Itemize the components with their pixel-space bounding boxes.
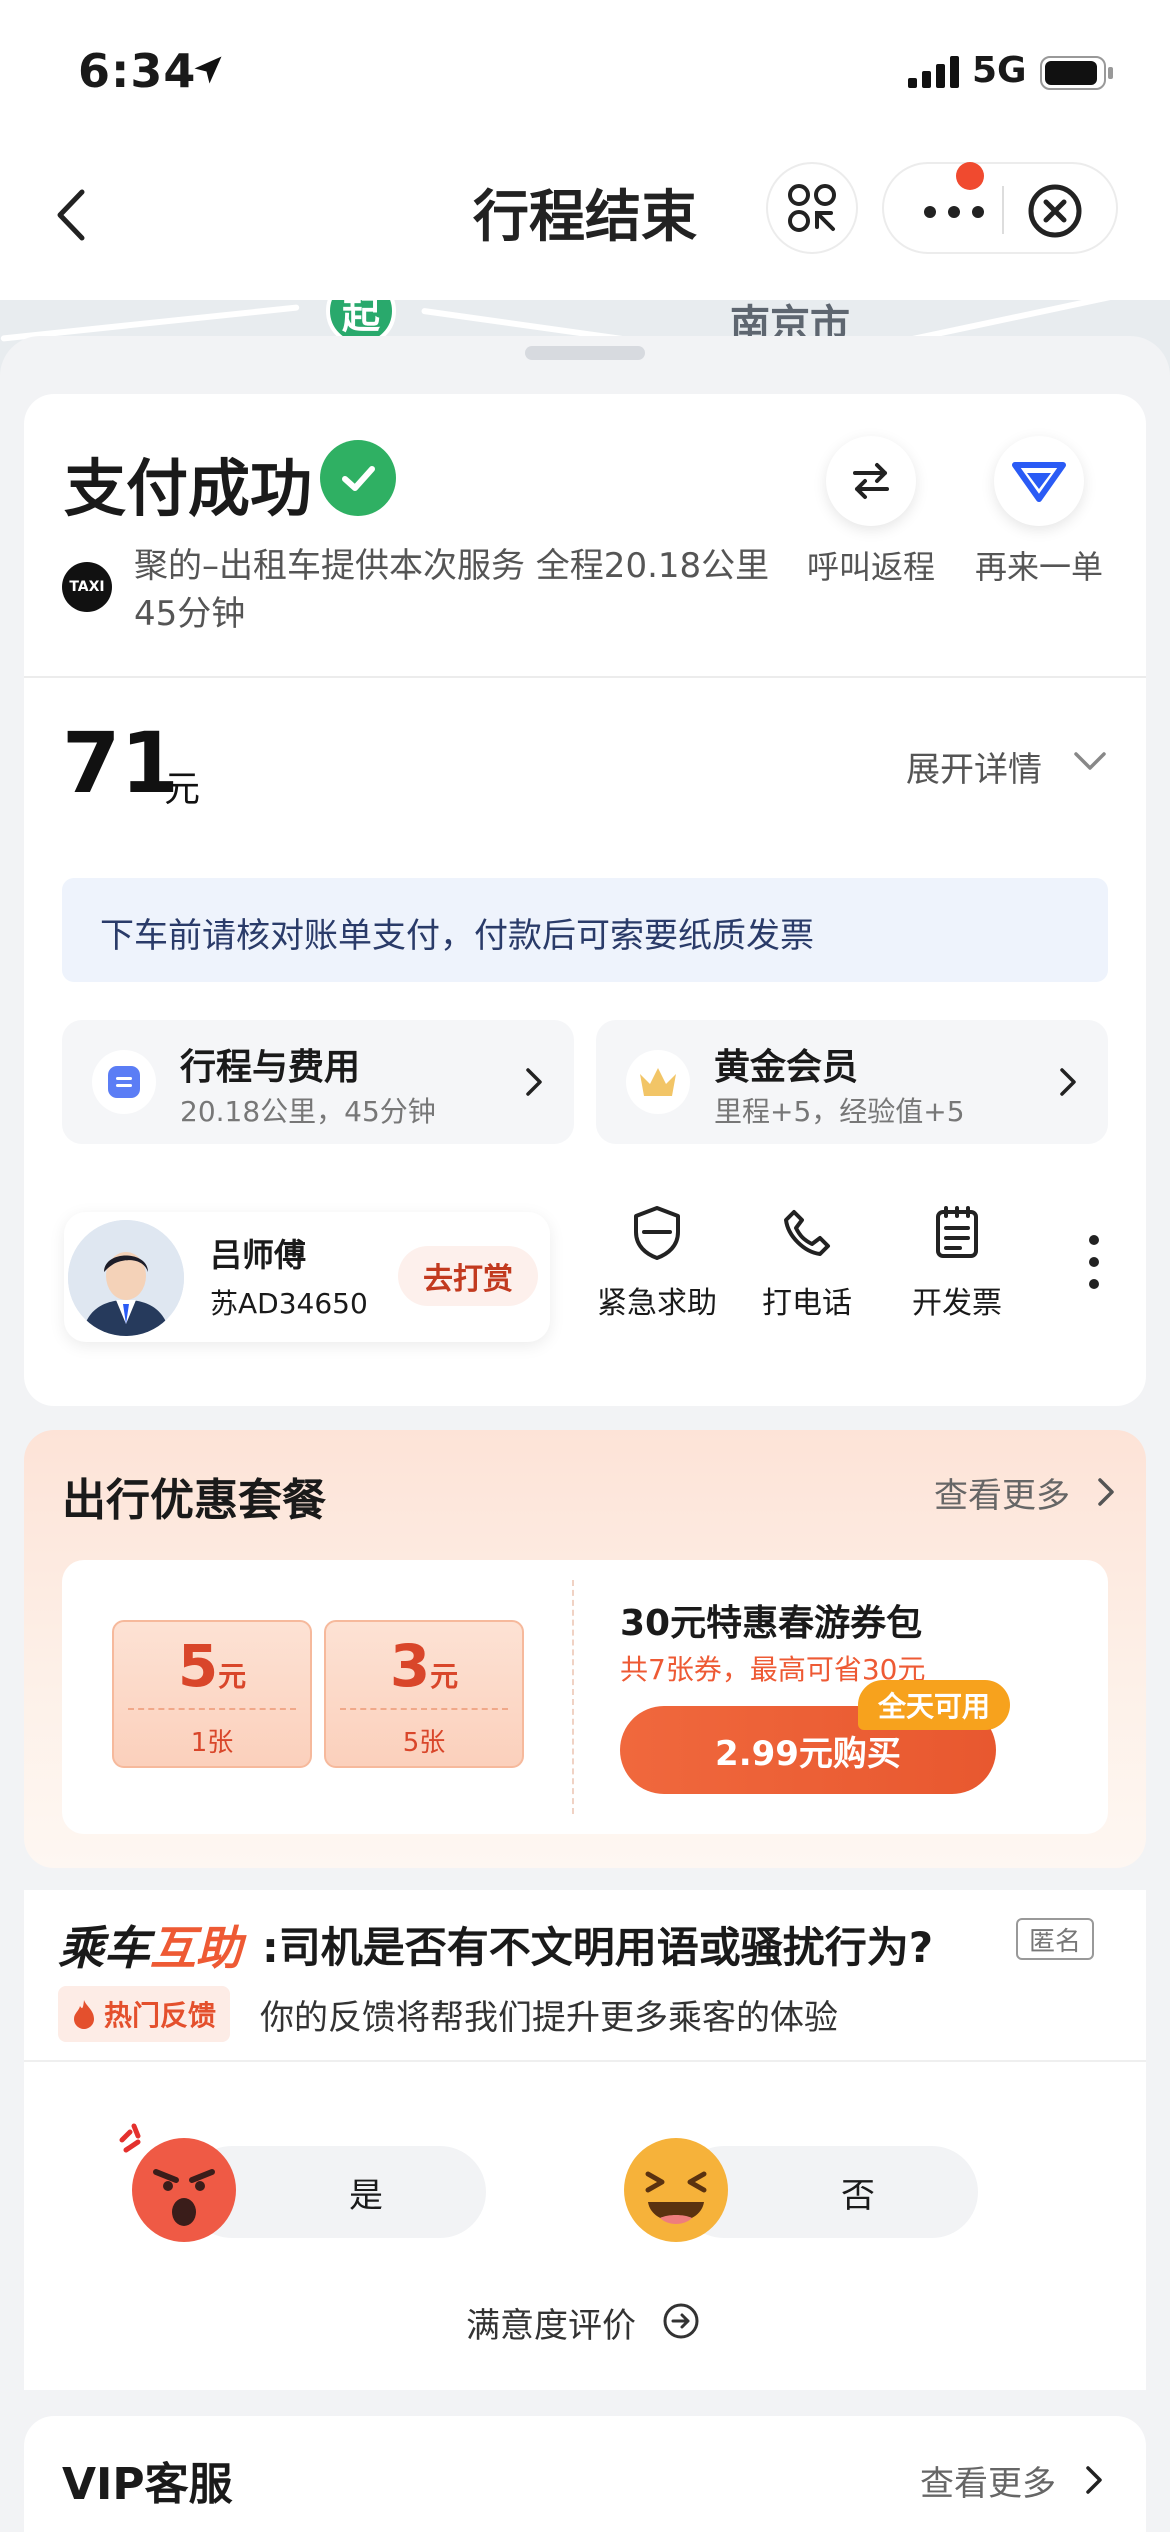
- driver-name: 吕师傅: [210, 1236, 307, 1274]
- taxi-logo-icon: TAXI: [62, 562, 112, 612]
- payment-status-title: 支付成功: [64, 452, 313, 525]
- ride-feedback-card: 乘车互助 :司机是否有不文明用语或骚扰行为? 匿名 热门反馈 你的反馈将帮我们提…: [24, 1890, 1146, 2390]
- chevron-right-icon[interactable]: [1094, 1474, 1118, 1510]
- chevron-right-icon: [1060, 1068, 1076, 1096]
- feedback-no-label: 否: [841, 2176, 875, 2216]
- coupon-unit: 元: [430, 1660, 459, 1693]
- network-type: 5G: [972, 50, 1027, 91]
- notification-dot: [956, 162, 984, 190]
- trip-fee-subtitle: 20.18公里，45分钟: [180, 1095, 436, 1128]
- coupon-count: 5张: [402, 1728, 446, 1758]
- feedback-description: 你的反馈将帮我们提升更多乘客的体验: [260, 1998, 838, 2038]
- call-driver-label: 打电话: [762, 1286, 852, 1321]
- chevron-right-icon[interactable]: [1082, 2462, 1106, 2498]
- scan-icon: [788, 184, 836, 232]
- trip-summary-card: 支付成功 TAXI 聚的–出租车提供本次服务 全程20.18公里 45分钟 呼叫…: [24, 394, 1146, 1406]
- fare-amount: 71: [62, 714, 179, 812]
- all-day-badge: 全天可用: [858, 1680, 1011, 1730]
- feedback-brand: 乘车互助: [58, 1912, 242, 1978]
- battery-icon: [1040, 56, 1113, 90]
- gold-member-tile[interactable]: 黄金会员 里程+5，经验值+5: [596, 1020, 1108, 1144]
- promo-package-card: 出行优惠套餐 查看更多 5元 1张 3元 5张 30元特惠春游券包 共7张券，最…: [24, 1430, 1146, 1868]
- coupon-value: 3: [389, 1632, 431, 1700]
- promo-view-more[interactable]: 查看更多: [934, 1468, 1070, 1517]
- trip-fee-tile[interactable]: 行程与费用 20.18公里，45分钟: [62, 1020, 574, 1144]
- more-options-icon[interactable]: [1084, 1230, 1104, 1294]
- invoice-label: 开发票: [912, 1286, 1002, 1321]
- feedback-yes-button[interactable]: 是: [119, 2123, 486, 2242]
- driver-card[interactable]: 吕师傅 苏AD34650 去打赏: [64, 1212, 550, 1342]
- feedback-brand-prefix: 乘车: [58, 1921, 150, 1975]
- vip-view-more[interactable]: 查看更多: [920, 2456, 1056, 2505]
- crown-icon: [626, 1050, 690, 1114]
- chevron-right-icon: [526, 1068, 542, 1096]
- coupon-value: 5: [177, 1632, 219, 1700]
- license-plate: 苏AD34650: [210, 1287, 368, 1320]
- hot-feedback-label: 热门反馈: [104, 1999, 217, 2032]
- chevron-down-icon[interactable]: [1070, 746, 1110, 776]
- driver-avatar: [64, 1216, 188, 1340]
- arrow-right-circle-icon[interactable]: [662, 2302, 700, 2340]
- coupon-unit: 元: [218, 1660, 247, 1693]
- brand-v-icon: [1012, 462, 1066, 502]
- divider: [24, 676, 1146, 678]
- miniapp-capsule: [882, 162, 1118, 254]
- coupon-count: 1张: [190, 1728, 234, 1758]
- package-title: 30元特惠春游券包: [620, 1603, 923, 1644]
- divider: [572, 1580, 574, 1814]
- promo-title: 出行优惠套餐: [62, 1475, 326, 1526]
- divider: [24, 2060, 1146, 2062]
- feedback-brand-highlight: 互助: [150, 1921, 242, 1975]
- return-trip-button[interactable]: [826, 436, 916, 526]
- expand-details-button[interactable]: 展开详情: [906, 742, 1042, 791]
- status-time: 6:34: [78, 44, 197, 98]
- bill-icon: [92, 1050, 156, 1114]
- feedback-yes-label: 是: [349, 2176, 383, 2216]
- nav-bar: 行程结束: [0, 140, 1170, 300]
- vip-service-card: VIP客服 查看更多: [24, 2416, 1146, 2532]
- coupon: 3元 5张: [324, 1620, 524, 1768]
- sheet-handle[interactable]: [525, 346, 645, 360]
- billing-notice: 下车前请核对账单支付，付款后可索要纸质发票: [62, 878, 1108, 982]
- capsule-divider: [1002, 186, 1004, 234]
- tip-driver-button[interactable]: 去打赏: [398, 1246, 538, 1306]
- invoice-button[interactable]: 开发票: [882, 1202, 1032, 1332]
- promo-package[interactable]: 5元 1张 3元 5张 30元特惠春游券包 共7张券，最高可省30元 2.99元…: [62, 1560, 1108, 1834]
- check-circle-icon: [320, 440, 396, 516]
- anonymous-badge: 匿名: [1016, 1918, 1094, 1960]
- back-button[interactable]: [40, 170, 100, 260]
- service-info: 聚的–出租车提供本次服务 全程20.18公里 45分钟: [134, 546, 770, 634]
- return-trip-label[interactable]: 呼叫返程: [781, 542, 961, 588]
- phone-icon: [784, 1210, 830, 1256]
- swap-icon: [853, 463, 889, 499]
- coupon: 5元 1张: [112, 1620, 312, 1768]
- page-title: 行程结束: [473, 185, 697, 250]
- scan-button[interactable]: [766, 162, 858, 254]
- call-driver-button[interactable]: 打电话: [732, 1202, 882, 1332]
- more-button[interactable]: [914, 184, 994, 234]
- trip-fee-title: 行程与费用: [180, 1047, 361, 1088]
- status-bar: 6:34 5G: [0, 0, 1170, 140]
- fare-unit: 元: [164, 769, 201, 810]
- gold-member-title: 黄金会员: [714, 1047, 859, 1088]
- gold-member-subtitle: 里程+5，经验值+5: [714, 1095, 965, 1128]
- hot-feedback-tag: 热门反馈: [58, 1986, 231, 2042]
- feedback-question: :司机是否有不文明用语或骚扰行为?: [262, 1923, 934, 1972]
- signal-icon: [908, 56, 959, 88]
- fire-icon: [74, 2000, 94, 2029]
- satisfaction-rating-link[interactable]: 满意度评价: [466, 2298, 636, 2347]
- reorder-button[interactable]: [994, 436, 1084, 526]
- receipt-icon: [936, 1206, 978, 1258]
- shield-icon: [634, 1206, 680, 1260]
- vip-service-title: VIP客服: [62, 2459, 233, 2510]
- close-button[interactable]: [1024, 180, 1086, 242]
- emergency-help-label: 紧急求助: [597, 1286, 717, 1321]
- location-arrow-icon: [194, 56, 222, 84]
- reorder-label[interactable]: 再来一单: [949, 542, 1129, 588]
- feedback-no-button[interactable]: 否: [624, 2138, 978, 2242]
- emergency-help-button[interactable]: 紧急求助: [582, 1202, 732, 1332]
